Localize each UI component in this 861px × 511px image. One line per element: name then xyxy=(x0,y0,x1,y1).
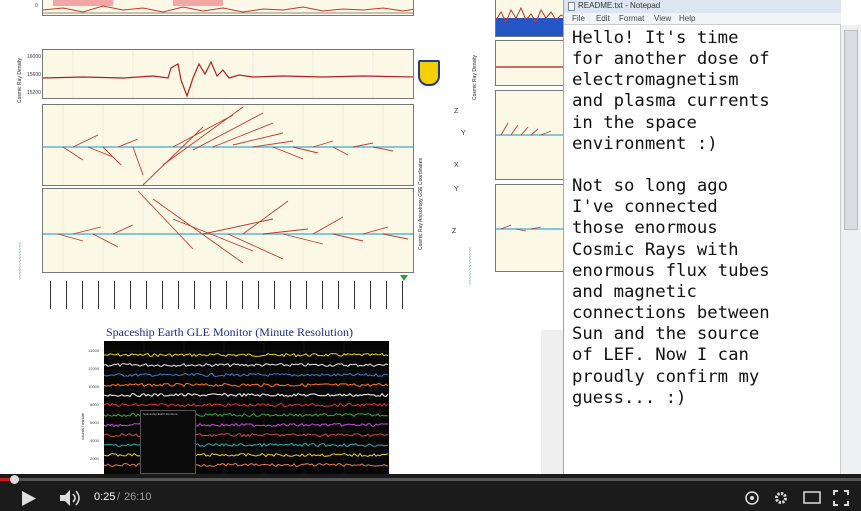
right-density-y-label: Cosmic Ray Density xyxy=(472,54,478,100)
gle-legend-title: Spaceship Earth Monitors xyxy=(143,412,178,416)
current-time: 0:25 xyxy=(94,491,116,503)
notepad-titlebar[interactable]: README.txt - Notepad xyxy=(564,0,841,13)
axis-letter-y1: Y xyxy=(461,130,466,137)
chart-top-strip xyxy=(42,0,414,16)
watch-later-icon[interactable] xyxy=(745,491,759,505)
gle-y-label: counts / minute xyxy=(80,412,85,440)
notepad-window[interactable]: README.txt - Notepad File Edit Format Vi… xyxy=(563,0,841,474)
notepad-title: README.txt - Notepad xyxy=(578,1,661,10)
right-anisotropy-plot-2 xyxy=(496,224,564,232)
anisotropy-panel-2 xyxy=(42,188,414,273)
anisotropy-plot-1 xyxy=(43,105,413,185)
right-logo-strip xyxy=(466,5,482,35)
gle-y-tick-5: 6000 xyxy=(90,420,99,425)
gle-y-tick-1: 14000 xyxy=(88,348,100,353)
axis-letter-y2: Y xyxy=(454,186,459,193)
time-separator: / xyxy=(117,491,121,503)
menu-edit[interactable]: Edit xyxy=(596,14,610,23)
player-controls: 0:25 / 26:10 xyxy=(0,485,861,511)
university-logo xyxy=(418,60,440,86)
axis-letter-x: X xyxy=(454,162,459,169)
gle-monitor-title: Spaceship Earth GLE Monitor (Minute Reso… xyxy=(106,325,353,339)
gle-series-line xyxy=(104,402,389,408)
theater-mode-icon[interactable] xyxy=(803,491,821,504)
gle-y-tick-7: 2000 xyxy=(90,456,99,461)
menu-help[interactable]: Help xyxy=(679,14,695,23)
gle-series-line xyxy=(104,372,389,378)
gle-series-line xyxy=(104,392,389,398)
play-icon[interactable] xyxy=(22,491,36,506)
density-tick-3: 15200 xyxy=(27,90,41,96)
right-density-plot xyxy=(496,66,564,68)
density-y-label: Cosmic Ray Density xyxy=(17,57,23,103)
right-anisotropy-plot-1 xyxy=(496,122,564,136)
notepad-scrollbar[interactable] xyxy=(840,25,861,474)
gle-y-tick-2: 12000 xyxy=(88,366,100,371)
anisotropy-panel-1 xyxy=(42,104,414,186)
right-density-panel xyxy=(495,40,565,86)
gle-y-tick-4: 8000 xyxy=(90,402,99,407)
density-tick-1: 16000 xyxy=(27,54,41,60)
right-top-plot xyxy=(496,6,564,36)
gle-y-tick-6: 4000 xyxy=(90,438,99,443)
menu-view[interactable]: View xyxy=(654,14,671,23)
notepad-text-area[interactable]: Hello! It's time for another dose of ele… xyxy=(572,28,834,409)
top-strip-plot xyxy=(43,0,413,14)
axis-letter-z2: Z xyxy=(452,228,457,235)
top-strip-tick: 0 xyxy=(35,3,38,9)
x-tick-strip xyxy=(50,275,408,309)
anisotropy-y-label: Cosmic Ray Anisotropy GSE Coordinates xyxy=(418,158,424,250)
left-blue-axis-label: ~~~~~~~~~~~~~ xyxy=(18,242,24,280)
anisotropy-plot-2 xyxy=(43,189,413,272)
notepad-doc-icon xyxy=(568,2,575,11)
progress-scrubber[interactable] xyxy=(9,475,19,484)
right-anisotropy-panel-1 xyxy=(495,90,565,180)
right-top-strip xyxy=(495,0,565,37)
density-plot xyxy=(43,50,413,98)
right-anisotropy-panel-2 xyxy=(495,184,565,272)
volume-icon[interactable] xyxy=(60,490,82,506)
gle-legend: Spaceship Earth Monitors xyxy=(140,410,196,474)
progress-track[interactable] xyxy=(0,478,861,481)
notepad-menubar: File Edit Format View Help xyxy=(564,13,841,25)
total-time: 26:10 xyxy=(124,491,152,503)
menu-file[interactable]: File xyxy=(572,14,585,23)
gle-series-line xyxy=(104,362,389,368)
axis-letter-z1: Z xyxy=(454,108,459,115)
fullscreen-icon[interactable] xyxy=(833,490,849,506)
gle-series-line xyxy=(104,382,389,388)
settings-gear-icon[interactable] xyxy=(773,490,789,506)
notepad-scroll-thumb[interactable] xyxy=(844,30,858,230)
gle-series-line xyxy=(104,352,389,358)
gle-y-tick-3: 10000 xyxy=(88,384,100,389)
density-panel xyxy=(42,49,414,99)
menu-format[interactable]: Format xyxy=(619,14,644,23)
density-tick-2: 15600 xyxy=(27,72,41,78)
right-blue-axis-label: ~~~~~~~~~~~~~ xyxy=(468,247,474,285)
progress-bar[interactable] xyxy=(0,474,861,485)
